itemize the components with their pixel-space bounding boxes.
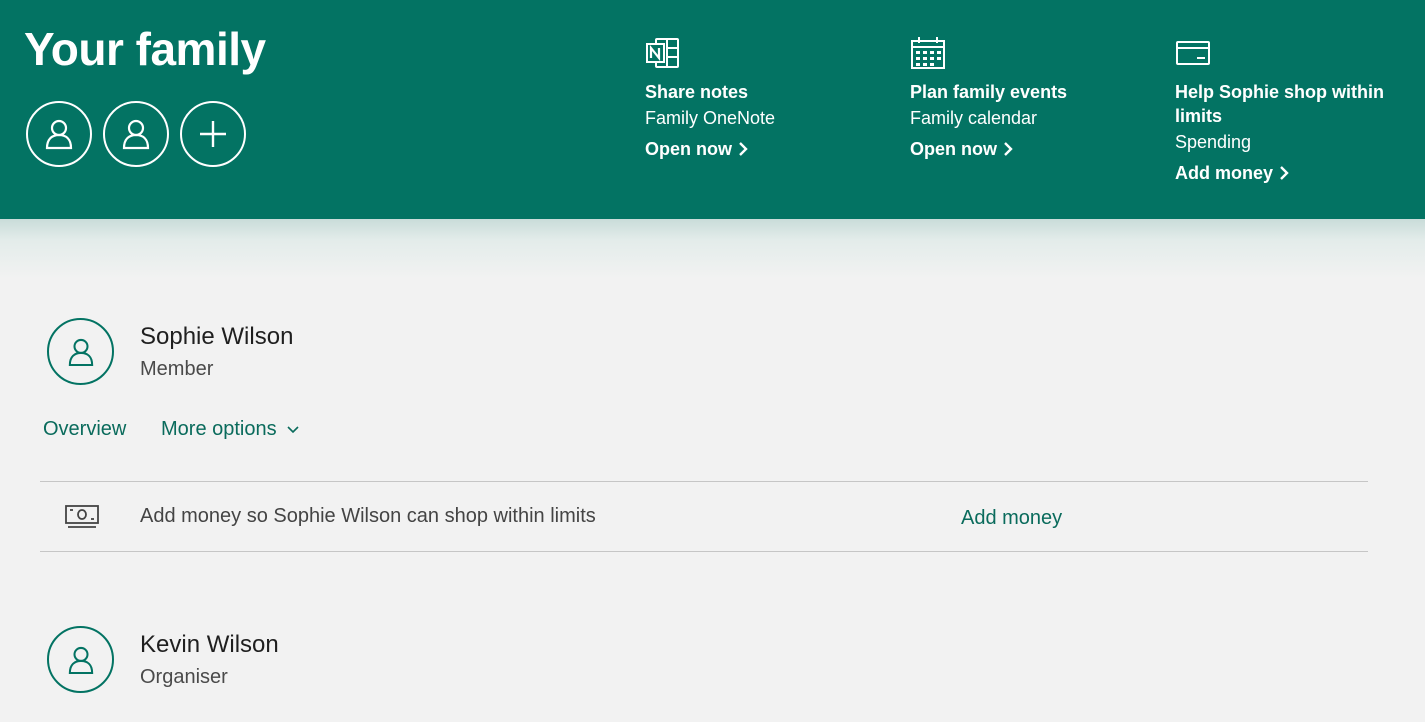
chevron-right-icon: [739, 142, 748, 156]
open-calendar-link[interactable]: Open now: [910, 132, 1013, 166]
link-label: Open now: [645, 139, 732, 159]
open-onenote-link[interactable]: Open now: [645, 132, 748, 166]
tab-overview[interactable]: Overview: [43, 418, 126, 441]
chevron-down-icon: [287, 425, 299, 433]
more-options-label: More options: [161, 418, 277, 440]
member-name: Sophie Wilson: [140, 323, 294, 350]
divider: [40, 481, 1368, 482]
feature-title: Plan family events: [910, 82, 1068, 102]
onenote-icon: [646, 38, 679, 68]
notice-text: Add money so Sophie Wilson can shop with…: [140, 505, 596, 527]
wallet-icon: [1176, 41, 1210, 65]
money-icon: [65, 505, 99, 528]
add-member-button[interactable]: [180, 101, 246, 167]
calendar-icon: [911, 37, 945, 69]
more-options-dropdown[interactable]: More options: [161, 418, 299, 441]
divider: [40, 551, 1368, 552]
family-member-avatar-button[interactable]: [103, 101, 169, 167]
member-avatar[interactable]: [47, 626, 114, 693]
feature-title-line1: Help Sophie shop within: [1175, 82, 1384, 102]
family-header: Your family Share notes Family OneNote O…: [0, 0, 1425, 219]
feature-subtitle: Family calendar: [910, 108, 1038, 128]
member-avatar[interactable]: [47, 318, 114, 385]
link-label: Add money: [1175, 163, 1274, 183]
family-member-avatar-button[interactable]: [26, 101, 92, 167]
person-icon: [68, 338, 93, 366]
feature-subtitle: Spending: [1175, 132, 1252, 152]
plus-icon: [200, 121, 226, 147]
person-icon: [122, 119, 150, 150]
person-icon: [45, 119, 73, 150]
chevron-right-icon: [1004, 142, 1013, 156]
feature-title: Share notes: [645, 82, 749, 102]
feature-subtitle: Family OneNote: [645, 108, 776, 128]
page-title: Your family: [24, 23, 266, 75]
member-role: Member: [140, 358, 214, 380]
feature-title-line2: limits: [1175, 106, 1223, 126]
feature-spending: Help Sophie shop within limits Spending …: [1175, 36, 1384, 190]
member-name: Kevin Wilson: [140, 631, 279, 658]
link-label: Open now: [910, 139, 997, 159]
chevron-right-icon: [1280, 166, 1289, 180]
person-icon: [68, 646, 93, 674]
member-role: Organiser: [140, 666, 228, 688]
add-money-header-link[interactable]: Add money: [1175, 156, 1289, 190]
header-fade: [0, 219, 1425, 279]
feature-share-notes: Share notes Family OneNote Open now: [645, 36, 775, 166]
add-money-button[interactable]: Add money: [961, 507, 1062, 530]
feature-plan-events: Plan family events Family calendar Open …: [910, 36, 1067, 166]
